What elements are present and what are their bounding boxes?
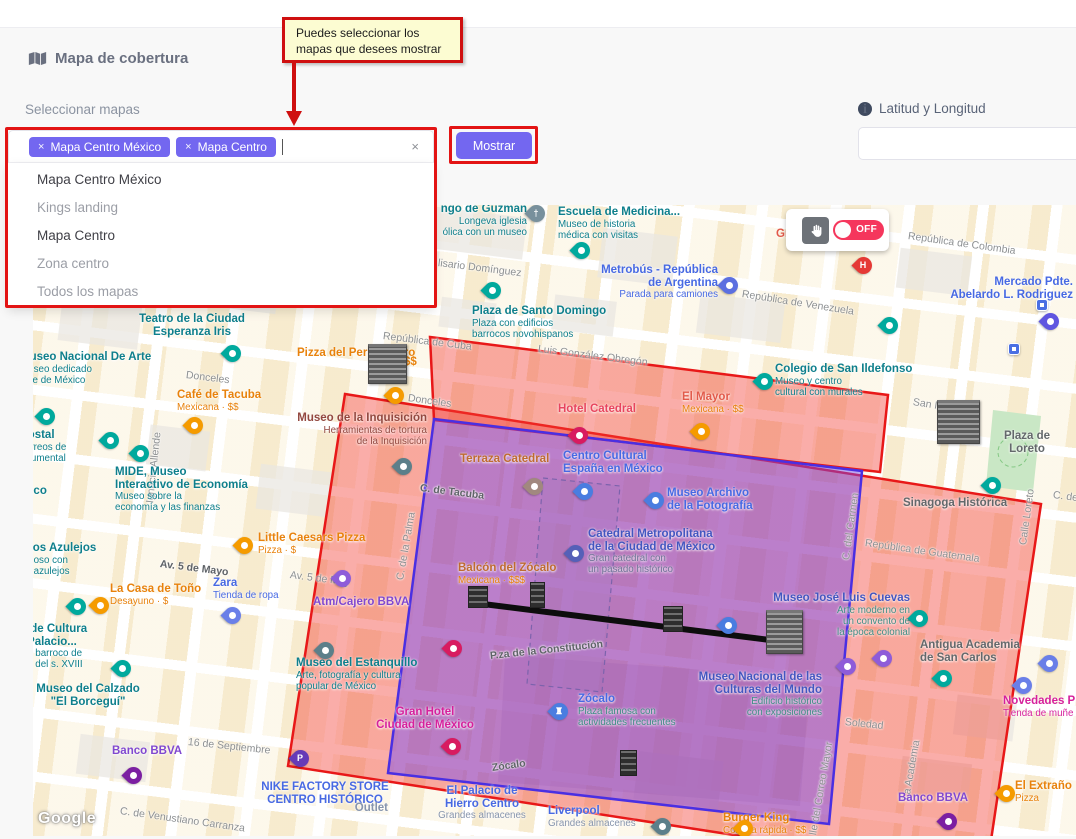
poi-label[interactable]: Museo Nacional de lasCulturas del MundoE… xyxy=(699,671,822,718)
maps-multiselect[interactable]: ×Mapa Centro México ×Mapa Centro × xyxy=(8,130,434,163)
poi-label[interactable]: Gran HotelCiudad de México xyxy=(376,706,474,731)
poi-label[interactable]: Mercado Pdte.Abelardo L. Rodriguez xyxy=(950,276,1073,301)
poi-label[interactable]: ngo de GuzmánLongeva iglesiaólica con un… xyxy=(441,205,527,238)
poi-label[interactable]: ZócaloPlaza famosa conactividades frecue… xyxy=(578,693,675,728)
maps-dropdown: Mapa Centro México Kings landing Mapa Ce… xyxy=(8,163,434,307)
selected-tag[interactable]: ×Mapa Centro xyxy=(176,137,276,157)
toggle-knob[interactable] xyxy=(835,222,851,238)
network-device-3d xyxy=(468,586,488,608)
dropdown-option[interactable]: Zona centro xyxy=(8,250,434,278)
poi-label[interactable]: Museo Nacional De ArteMuseo dedicadoArte… xyxy=(33,351,151,386)
tooltip-callout: Puedes seleccionar los mapas que desees … xyxy=(282,17,463,63)
page-title: Mapa de cobertura xyxy=(28,50,188,67)
poi-label[interactable]: Novedades PTienda de muñe xyxy=(1003,695,1075,719)
poi-label[interactable]: Catedral Metropolitanade la Ciudad de Mé… xyxy=(588,528,715,575)
text-cursor xyxy=(282,139,283,155)
remove-tag-icon[interactable]: × xyxy=(185,141,191,153)
poi-label[interactable]: Museo de la InquisiciónHerramientas de t… xyxy=(297,412,427,447)
antenna-device-3d xyxy=(937,400,980,444)
poi-label[interactable]: anco xyxy=(33,485,47,498)
pin-glyph: † xyxy=(527,208,545,218)
poi-label[interactable]: Plaza de Santo DomingoPlaza con edificio… xyxy=(472,305,606,340)
poi-label[interactable]: Sinagoga Histórica xyxy=(903,497,1007,510)
poi-label[interactable]: Terraza Catedral xyxy=(460,453,549,466)
poi-label[interactable]: ZaraTienda de ropa xyxy=(213,577,279,601)
dropdown-option[interactable]: Mapa Centro xyxy=(8,222,434,250)
poi-label[interactable]: Banco BBVA xyxy=(898,792,968,805)
tooltip-arrow-head xyxy=(286,111,302,126)
poi-label[interactable]: Café de TacubaMexicana · $$ xyxy=(177,389,261,413)
poi-label[interactable]: La Casa de ToñoDesayuno · $ xyxy=(110,583,201,607)
poi-label[interactable]: o de Cultura- Palacio...cio barroco dele… xyxy=(33,623,87,670)
poi-label[interactable]: Escuela de Medicina...Museo de historiam… xyxy=(558,206,680,241)
pin-glyph: H xyxy=(854,260,872,270)
antenna-device-3d xyxy=(766,610,803,654)
transit-station-icon[interactable] xyxy=(1008,343,1020,355)
dropdown-option[interactable]: Todos los mapas xyxy=(8,278,434,306)
poi-label[interactable]: Outlet xyxy=(355,802,388,815)
tooltip-arrow xyxy=(292,63,296,113)
latlng-input[interactable] xyxy=(858,127,1076,160)
poi-label[interactable]: MIDE, MuseoInteractivo de EconomíaMuseo … xyxy=(115,466,248,513)
remove-tag-icon[interactable]: × xyxy=(38,141,44,153)
poi-label[interactable]: Museo del Calzado"El Borceguí" xyxy=(36,683,140,708)
poi-label[interactable]: Hotel Catedral xyxy=(558,403,636,416)
poi-label[interactable]: Antigua Academiade San Carlos xyxy=(920,639,1020,664)
dropdown-option[interactable]: Mapa Centro México xyxy=(8,166,434,194)
poi-label[interactable]: LiverpoolGrandes almacenes xyxy=(548,805,636,829)
poi-label[interactable]: Museo Archivode la Fotografía xyxy=(667,487,753,512)
google-logo: Google xyxy=(38,810,96,828)
poi-label[interactable]: Little Caesars PizzaPizza · $ xyxy=(258,532,365,556)
hand-icon xyxy=(809,224,823,238)
clear-selection-icon[interactable]: × xyxy=(411,139,419,154)
poi-label[interactable]: Metrobús - Repúblicade ArgentinaParada p… xyxy=(601,264,718,300)
show-button[interactable]: Mostrar xyxy=(456,132,532,159)
poi-label[interactable]: e los Azulejosamoso conde azulejos xyxy=(33,542,96,577)
dropdown-option[interactable]: Kings landing xyxy=(8,194,434,222)
hand-tool-button[interactable] xyxy=(802,217,829,244)
antenna-device-3d xyxy=(368,344,407,384)
poi-label[interactable]: Atm/Cajero BBVA xyxy=(313,596,409,609)
latlng-header: i Latitud y Longitud xyxy=(858,101,986,116)
poi-label[interactable]: El MayorMexicana · $$ xyxy=(682,391,744,415)
poi-label[interactable]: Plaza deLoreto xyxy=(1004,430,1050,455)
select-maps-label: Seleccionar mapas xyxy=(25,102,140,117)
pin-glyph: P xyxy=(291,753,309,763)
transit-station-icon[interactable] xyxy=(1036,299,1048,311)
poi-label[interactable]: Colegio de San IldefonsoMuseo y centrocu… xyxy=(775,363,912,398)
poi-label[interactable]: Teatro de la CiudadEsperanza Iris xyxy=(139,313,245,338)
poi-label[interactable]: El ExtrañoPizza xyxy=(1015,780,1072,804)
selected-tag[interactable]: ×Mapa Centro México xyxy=(29,137,170,157)
coverage-toggle[interactable]: OFF xyxy=(833,220,884,240)
pin-glyph: ♜ xyxy=(550,706,568,717)
poi-label[interactable]: Centro CulturalEspaña en México xyxy=(563,450,663,475)
poi-label[interactable]: Museo del EstanquilloArte, fotografía y … xyxy=(296,657,417,692)
map-icon xyxy=(28,51,47,66)
network-device-3d xyxy=(530,582,545,608)
network-device-3d xyxy=(663,606,683,632)
poi-label[interactable]: El Palacio deHierro CentroGrandes almace… xyxy=(438,785,526,821)
top-strip xyxy=(0,0,1076,28)
poi-label[interactable]: Postalcorreos deonumental xyxy=(33,429,66,464)
info-icon: i xyxy=(858,102,872,116)
poi-label[interactable]: Banco BBVA xyxy=(112,745,182,758)
network-device-3d xyxy=(620,750,637,776)
map-draw-control: OFF xyxy=(786,209,889,251)
